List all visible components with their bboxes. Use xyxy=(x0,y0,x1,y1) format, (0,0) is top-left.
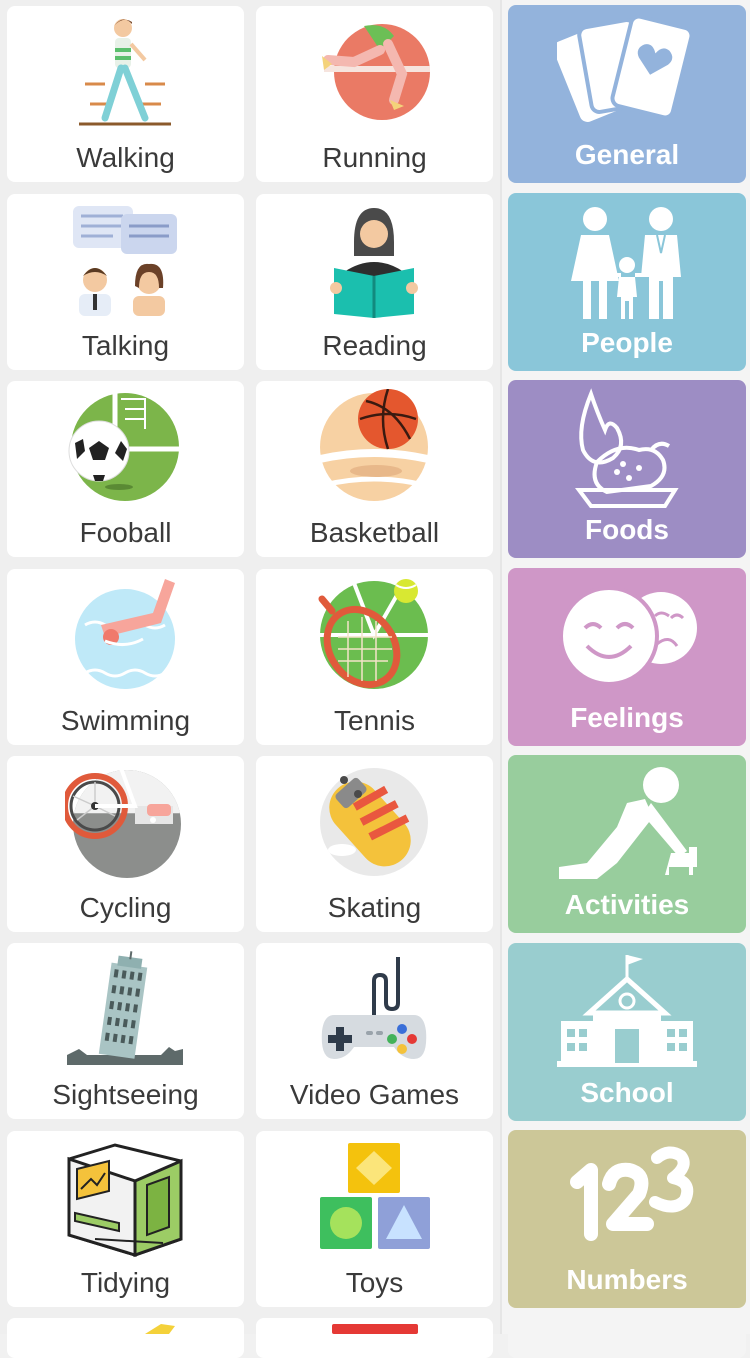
category-people[interactable]: People xyxy=(508,193,746,371)
card-toys[interactable]: Toys xyxy=(256,1131,493,1307)
cycling-icon xyxy=(65,767,181,878)
category-feelings[interactable]: Feelings xyxy=(508,568,746,746)
category-foods[interactable]: Foods xyxy=(508,380,746,558)
video-games-icon xyxy=(321,957,427,1059)
card-swimming[interactable]: Swimming xyxy=(7,569,244,745)
category-label: School xyxy=(580,1077,674,1108)
card-tidying[interactable]: Tidying xyxy=(7,1131,244,1307)
toys-icon xyxy=(320,1143,430,1249)
category-label: Numbers xyxy=(566,1264,688,1295)
tennis-icon xyxy=(318,579,428,689)
card-label: Tennis xyxy=(334,705,415,736)
card-tennis[interactable]: Tennis xyxy=(256,569,493,745)
category-school[interactable]: School xyxy=(508,943,746,1121)
card-running[interactable]: Running xyxy=(256,6,493,182)
tidying-icon xyxy=(67,1143,183,1258)
card-walking[interactable]: Walking xyxy=(7,6,244,182)
category-sidebar: General People Foods Feelings Activities… xyxy=(502,0,750,1358)
card-partial-right[interactable] xyxy=(256,1318,493,1358)
card-talking[interactable]: Talking xyxy=(7,194,244,370)
talking-icon xyxy=(73,206,177,316)
football-icon xyxy=(68,393,179,501)
numbers-icon xyxy=(570,1146,694,1241)
school-icon xyxy=(557,955,697,1067)
card-label: Running xyxy=(322,142,427,173)
category-activities[interactable]: Activities xyxy=(508,755,746,933)
card-label: Basketball xyxy=(309,517,440,548)
card-label: Fooball xyxy=(79,517,172,548)
category-label: General xyxy=(574,139,680,170)
activity-grid: Walking Running Talking Reading Fooball … xyxy=(0,0,500,1358)
sightseeing-icon xyxy=(67,951,183,1065)
card-label: Talking xyxy=(81,330,170,361)
card-label: Reading xyxy=(322,330,427,361)
card-label: Video Games xyxy=(289,1079,460,1110)
category-label: Activities xyxy=(564,889,690,920)
skating-icon xyxy=(320,768,428,876)
category-general[interactable]: General xyxy=(508,5,746,183)
card-label: Walking xyxy=(76,142,175,173)
card-label: Tidying xyxy=(80,1267,171,1298)
partial-icon xyxy=(145,1324,175,1334)
running-icon xyxy=(322,24,430,120)
basketball-icon xyxy=(320,389,428,501)
category-numbers[interactable]: Numbers xyxy=(508,1130,746,1308)
card-label: Sightseeing xyxy=(52,1079,199,1110)
partial-icon xyxy=(332,1324,418,1334)
card-label: Skating xyxy=(327,892,422,923)
card-football[interactable]: Fooball xyxy=(7,381,244,557)
card-skating[interactable]: Skating xyxy=(256,756,493,932)
cards-icon xyxy=(557,14,694,122)
swimming-icon xyxy=(75,579,175,689)
card-cycling[interactable]: Cycling xyxy=(7,756,244,932)
foods-icon xyxy=(575,388,679,508)
category-label: Foods xyxy=(585,514,669,545)
card-basketball[interactable]: Basketball xyxy=(256,381,493,557)
walking-icon xyxy=(79,19,171,126)
activities-icon xyxy=(559,767,697,879)
family-icon xyxy=(571,207,681,319)
card-sightseeing[interactable]: Sightseeing xyxy=(7,943,244,1119)
category-partial[interactable] xyxy=(508,1318,746,1358)
card-reading[interactable]: Reading xyxy=(256,194,493,370)
reading-icon xyxy=(330,208,418,318)
card-label: Cycling xyxy=(79,892,172,923)
card-label: Toys xyxy=(345,1267,404,1298)
category-label: Feelings xyxy=(570,702,684,733)
card-label: Swimming xyxy=(60,705,191,736)
card-partial-left[interactable] xyxy=(7,1318,244,1358)
feelings-icon xyxy=(559,586,697,686)
category-label: People xyxy=(581,327,673,358)
card-video-games[interactable]: Video Games xyxy=(256,943,493,1119)
